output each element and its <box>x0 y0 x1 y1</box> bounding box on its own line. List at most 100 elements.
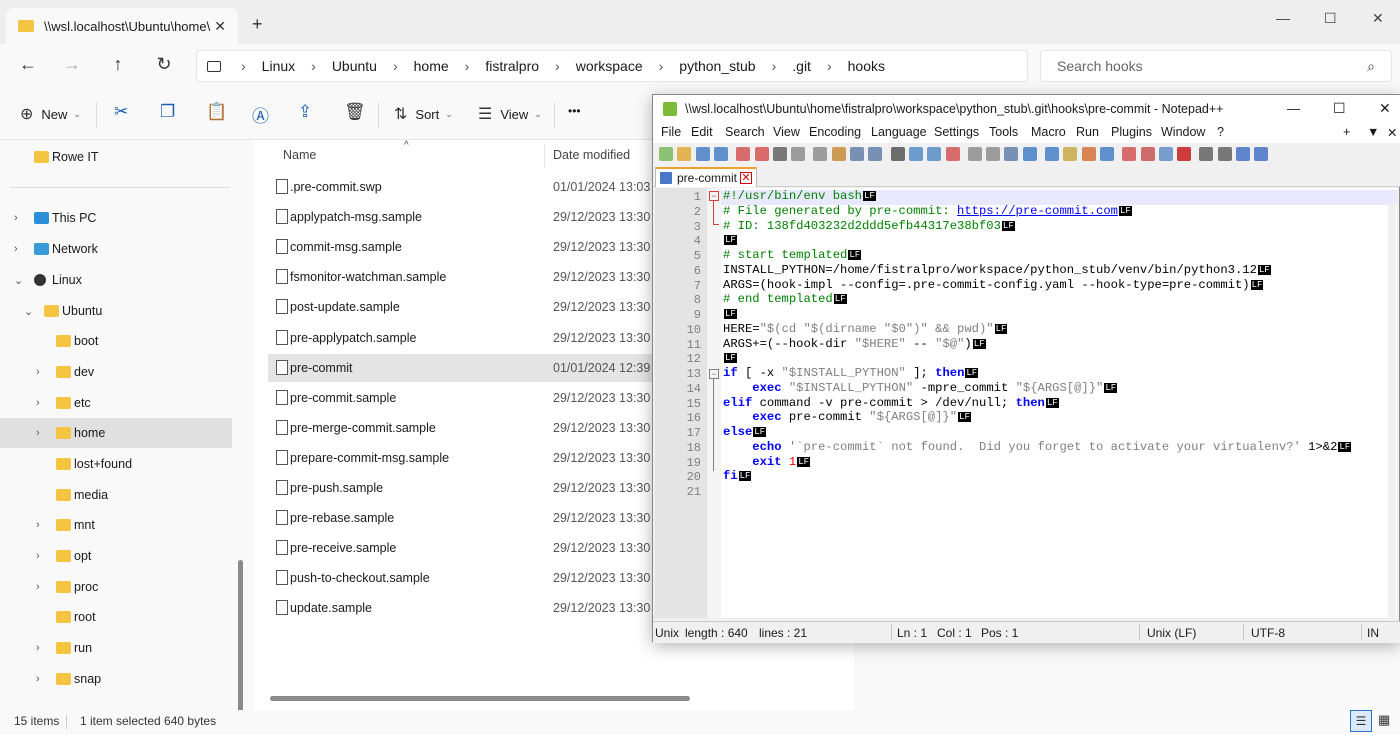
menu-close-button[interactable]: ✕ <box>1387 125 1397 140</box>
table-row[interactable]: prepare-commit-msg.sample 29/12/2023 13:3… <box>268 444 708 472</box>
table-row[interactable]: .pre-commit.swp 01/01/2024 13:03 <box>268 173 708 201</box>
save-icon[interactable] <box>695 147 710 161</box>
word-wrap-icon[interactable] <box>1004 147 1019 161</box>
breadcrumb-item-home[interactable]: home <box>414 58 449 74</box>
new-file-icon[interactable] <box>659 147 673 161</box>
chevron-right-icon[interactable]: › <box>36 581 40 593</box>
back-button[interactable]: ← <box>16 54 40 75</box>
sidebar-item-lostfound[interactable]: lost+found <box>0 449 232 479</box>
maximize-button[interactable]: ☐ <box>1324 10 1337 27</box>
menu-file[interactable]: File <box>661 125 681 139</box>
breadcrumb-item-linux[interactable]: Linux <box>262 58 295 74</box>
delete-icon[interactable]: 🗑 <box>344 102 366 122</box>
table-row[interactable]: pre-receive.sample 29/12/2023 13:30 <box>268 534 708 562</box>
indent-guide-icon[interactable] <box>1045 147 1059 161</box>
sidebar-item-proc[interactable]: › proc <box>0 572 232 602</box>
nav-scrollbar[interactable] <box>238 560 243 710</box>
table-row[interactable]: post-update.sample 29/12/2023 13:30 <box>268 293 708 321</box>
menu-encoding[interactable]: Encoding <box>809 125 861 139</box>
chevron-right-icon[interactable]: › <box>14 212 18 224</box>
menu-search[interactable]: Search <box>725 125 765 139</box>
breadcrumb-item-workspace[interactable]: workspace <box>576 58 643 74</box>
table-row[interactable]: update.sample 29/12/2023 13:30 <box>268 594 708 622</box>
chevron-right-icon[interactable]: › <box>36 642 40 654</box>
copy-icon[interactable] <box>813 147 828 161</box>
function-list-icon[interactable] <box>1099 147 1114 161</box>
npp-minimize-button[interactable]: — <box>1287 101 1300 116</box>
sidebar-item-dev[interactable]: › dev <box>0 357 232 387</box>
menu-language[interactable]: Language <box>871 125 927 139</box>
menu-help[interactable]: ? <box>1217 125 1224 139</box>
chevron-right-icon[interactable]: › <box>36 397 40 409</box>
fold-collapse-icon[interactable]: − <box>709 369 719 379</box>
rename-icon[interactable]: Ⓐ <box>252 102 269 127</box>
sidebar-item-roweit[interactable]: Rowe IT <box>0 142 232 172</box>
stop-macro-icon[interactable] <box>1177 147 1192 161</box>
copy-icon[interactable]: ❐ <box>160 102 175 122</box>
monitor-icon[interactable] <box>1140 147 1155 161</box>
redo-icon[interactable] <box>868 147 883 161</box>
details-view-icon[interactable]: ☰ <box>1350 710 1372 732</box>
folder-workspace-icon[interactable] <box>1122 147 1137 161</box>
sidebar-item-boot[interactable]: boot <box>0 326 232 356</box>
close-window-button[interactable]: ✕ <box>1372 10 1384 27</box>
doc-map-icon[interactable] <box>1081 147 1096 161</box>
chevron-right-icon[interactable]: › <box>14 243 18 255</box>
sidebar-item-snap[interactable]: › snap <box>0 664 232 694</box>
table-row[interactable]: fsmonitor-watchman.sample 29/12/2023 13:3… <box>268 263 708 291</box>
close-tab-icon[interactable]: ✕ <box>214 18 226 35</box>
new-tab-button[interactable]: + <box>252 14 263 35</box>
view-button[interactable]: ☰ View ⌄ <box>478 104 542 124</box>
paste-icon[interactable]: 📋 <box>206 102 227 122</box>
column-header-date[interactable]: Date modified <box>553 148 630 162</box>
replace-icon[interactable] <box>908 147 923 161</box>
sidebar-item-root[interactable]: root <box>0 602 232 632</box>
sort-button[interactable]: ⇅ Sort ⌄ <box>394 104 453 124</box>
menu-run[interactable]: Run <box>1076 125 1099 139</box>
code-editor[interactable]: 1 2 3 4 5 6 7 8 9 10 11 12 13 14 15 16 17 18 19 20 21 − − #!/… <box>655 188 1397 618</box>
table-row[interactable]: applypatch-msg.sample 29/12/2023 13:30 <box>268 203 708 231</box>
minimize-button[interactable]: — <box>1276 10 1290 26</box>
breadcrumb-item-ubuntu[interactable]: Ubuntu <box>332 58 377 74</box>
explorer-tab[interactable]: \\wsl.localhost\Ubuntu\home\ ✕ <box>6 8 238 44</box>
open-file-icon[interactable] <box>677 147 692 161</box>
npp-tab-pre-commit[interactable]: pre-commit ✕ <box>655 167 757 187</box>
new-button[interactable]: ⊕ New ⌄ <box>20 104 81 124</box>
breadcrumb-item-git[interactable]: .git <box>792 58 811 74</box>
address-bar[interactable]: › Linux › Ubuntu › home › fistralpro › workspace ›… <box>196 50 1028 82</box>
menu-dropdown-button[interactable]: ▼ <box>1367 125 1379 139</box>
table-row[interactable]: push-to-checkout.sample 29/12/2023 13:30 <box>268 564 708 592</box>
menu-settings[interactable]: Settings <box>934 125 979 139</box>
zoom-in-icon[interactable] <box>927 147 942 161</box>
play-macro-icon[interactable] <box>1199 147 1214 161</box>
chevron-right-icon[interactable]: › <box>36 519 40 531</box>
refresh-button[interactable]: ↻ <box>152 54 176 75</box>
undo-icon[interactable] <box>850 147 864 161</box>
chevron-down-icon[interactable]: ⌄ <box>14 274 23 287</box>
editor-scrollbar[interactable] <box>1388 203 1396 618</box>
table-row[interactable]: pre-commit 01/01/2024 12:39 <box>268 353 708 382</box>
close-all-icon[interactable] <box>754 147 769 161</box>
sidebar-item-home[interactable]: › home <box>0 418 232 448</box>
udl-icon[interactable] <box>1063 147 1078 161</box>
table-row[interactable]: pre-applypatch.sample 29/12/2023 13:30 <box>268 324 708 352</box>
show-all-chars-icon[interactable] <box>1022 147 1037 161</box>
run-macro-icon[interactable] <box>1217 147 1232 161</box>
sidebar-item-thispc[interactable]: › This PC <box>0 203 232 233</box>
cut-icon[interactable]: ✂ <box>114 102 128 122</box>
sidebar-item-network[interactable]: › Network <box>0 234 232 264</box>
macro-list-icon[interactable] <box>1254 147 1269 161</box>
close-icon[interactable] <box>736 147 751 161</box>
horizontal-scrollbar[interactable] <box>270 696 690 701</box>
search-input[interactable]: Search hooks ⌕ <box>1040 50 1392 82</box>
sidebar-item-ubuntu[interactable]: ⌄ Ubuntu <box>0 296 232 326</box>
table-row[interactable]: pre-push.sample 29/12/2023 13:30 <box>268 474 708 502</box>
menu-edit[interactable]: Edit <box>691 125 713 139</box>
chevron-right-icon[interactable]: › <box>36 366 40 378</box>
find-icon[interactable] <box>890 147 905 161</box>
column-header-name[interactable]: Name <box>283 148 316 162</box>
table-row[interactable]: pre-rebase.sample 29/12/2023 13:30 <box>268 504 708 532</box>
npp-maximize-button[interactable]: ☐ <box>1333 100 1346 117</box>
menu-window[interactable]: Window <box>1161 125 1205 139</box>
breadcrumb-item-pythonstub[interactable]: python_stub <box>679 58 755 74</box>
